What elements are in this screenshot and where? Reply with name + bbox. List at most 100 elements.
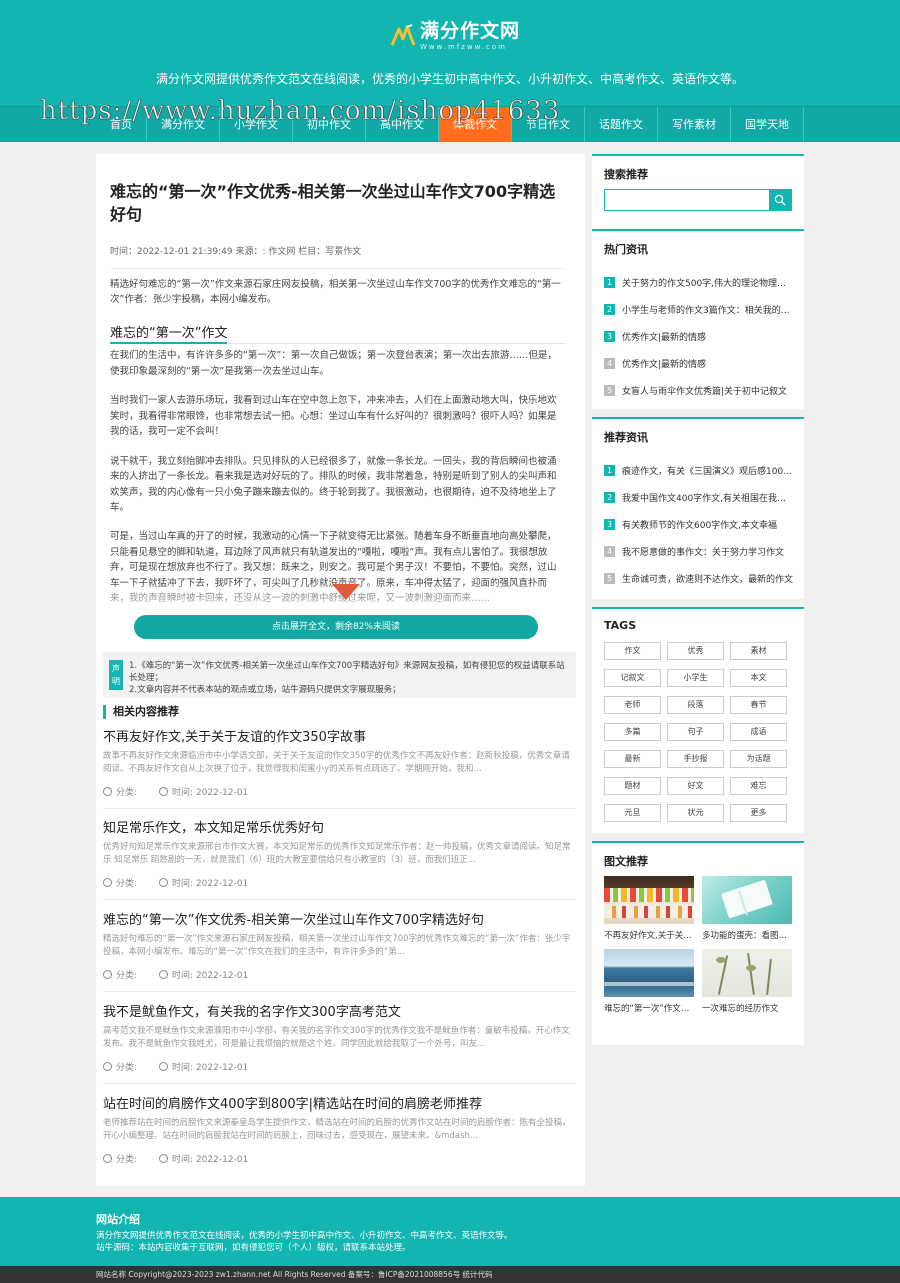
tag-link[interactable]: 最新 — [604, 750, 661, 768]
news-item-title[interactable]: 优秀作文|最新的情感 — [622, 357, 706, 370]
news-item-title[interactable]: 生命诚可贵，欲速则不达作文，最新的作文 — [622, 572, 793, 585]
related-item-title[interactable]: 站在时间的肩膀作文400字到800字|精选站在时间的肩膀老师推荐 — [103, 1096, 576, 1114]
related-item[interactable]: 我不是鱿鱼作文，有关我的名字作文300字高考范文 高考范文我不是鱿鱼作文来源濮阳市… — [103, 1004, 576, 1084]
news-item[interactable]: 4 我不愿意做的事作文：关于努力学习作文 — [604, 538, 794, 565]
nav-item[interactable]: 写作素材 — [658, 107, 731, 142]
related-item[interactable]: 难忘的“第一次”作文优秀-相关第一次坐过山车作文700字精选好句精选好句难忘的“… — [103, 912, 576, 992]
article-body: 精选好句难忘的“第一次”作文来源石家庄网友投稿，相关第一次坐过山车作文700字的… — [110, 268, 565, 516]
tag-link[interactable]: 老师 — [604, 696, 661, 714]
news-item[interactable]: 3 优秀作文|最新的情感 — [604, 323, 794, 350]
news-item-title[interactable]: 我爱中国作文400字作文,有关祖国在我心中 — [622, 491, 794, 504]
hot-news-list: 1 关于努力的作文500字,伟大的理论物理学家 2 小学生与老师的作文3篇作文：相关我… — [604, 269, 794, 404]
news-item[interactable]: 2 小学生与老师的作文3篇作文：相关我的老师 — [604, 296, 794, 323]
tag-link[interactable]: 句子 — [667, 723, 724, 741]
related-item-time: 时间: 2022-12-01 — [172, 879, 249, 889]
picture-thumbnail[interactable] — [604, 876, 694, 924]
site-logo[interactable]: 满分作文网 Www.mfzww.com — [390, 20, 520, 52]
rank-number: 4 — [604, 546, 615, 557]
related-item-time: 时间: 2022-12-01 — [172, 1155, 249, 1165]
expand-article-button[interactable]: 点击展开全文，剩余82%未阅读 — [134, 615, 538, 639]
search-button[interactable] — [769, 190, 791, 210]
tag-link[interactable]: 好文 — [667, 777, 724, 795]
recommended-panel: 推荐资讯 1 痕迹作文，有关《三国演义》观后感1000字 2 我爱中国作文400字作文… — [592, 417, 804, 599]
notice-line: 1.《难忘的“第一次”作文优秀-相关第一次坐过山车作文700字精选好句》来源网友… — [129, 661, 565, 683]
tag-link[interactable]: 段落 — [667, 696, 724, 714]
related-item-time: 时间: 2022-12-01 — [172, 788, 249, 798]
related-item-desc: 精选好句难忘的“第一次”作文来源石家庄网友投稿，相关第一次坐过山车作文700字的… — [103, 934, 571, 957]
news-item[interactable]: 1 关于努力的作文500字,伟大的理论物理学家 — [604, 269, 794, 296]
news-item[interactable]: 5 生命诚可贵，欲速则不达作文，最新的作文 — [604, 565, 794, 592]
picture-item[interactable]: 难忘的“第一次”作文优秀 — [604, 949, 694, 1014]
news-item-title[interactable]: 小学生与老师的作文3篇作文：相关我的老师 — [622, 303, 794, 316]
nav-item[interactable]: 话题作文 — [585, 107, 658, 142]
related-heading: 相关内容推荐 — [103, 705, 179, 719]
tag-link[interactable]: 元旦 — [604, 804, 661, 822]
picture-thumbnail[interactable] — [604, 949, 694, 997]
tag-link[interactable]: 难忘 — [730, 777, 787, 795]
picture-item[interactable]: 不再友好作文,关于关于友谊的作文350字故事 — [604, 876, 694, 941]
copyright-notice: 声明 1.《难忘的“第一次”作文优秀-相关第一次坐过山车作文700字精选好句》来… — [103, 652, 576, 698]
news-item-title[interactable]: 痕迹作文，有关《三国演义》观后感1000字 — [622, 464, 794, 477]
tag-link[interactable]: 题材 — [604, 777, 661, 795]
news-item-title[interactable]: 有关教师节的作文600字作文,本文幸福 — [622, 518, 777, 531]
expand-arrow-icon[interactable] — [332, 584, 360, 600]
tag-link[interactable]: 素材 — [730, 642, 787, 660]
rank-number: 2 — [604, 492, 615, 503]
news-item-title[interactable]: 优秀作文|最新的情感 — [622, 330, 706, 343]
clock-icon — [159, 878, 169, 887]
picture-grid: 不再友好作文,关于关于友谊的作文350字故事 多功能的蛋壳：看图写话作文 难忘的… — [604, 876, 792, 1014]
tag-link[interactable]: 状元 — [667, 804, 724, 822]
picture-caption[interactable]: 一次难忘的经历作文 — [702, 1002, 792, 1014]
nav-item[interactable]: 国学天地 — [731, 107, 804, 142]
picture-thumbnail[interactable] — [702, 876, 792, 924]
article-paragraph: 说干就干，我立刻抬脚冲去排队。只见排队的人已经很多了，就像一条长龙。一回头，我的… — [110, 455, 557, 514]
news-item[interactable]: 5 女盲人与雨伞作文优秀篇|关于初中记叙文 — [604, 377, 794, 404]
related-item[interactable]: 站在时间的肩膀作文400字到800字|精选站在时间的肩膀老师推荐 老师推荐站在时间… — [103, 1096, 576, 1165]
related-item-title[interactable]: 知足常乐作文，本文知足常乐优秀好句 — [103, 820, 576, 838]
tags-title: TAGS — [604, 619, 637, 632]
related-item-title[interactable]: 不再友好作文,关于关于友谊的作文350字故事 — [103, 729, 576, 747]
tag-link[interactable]: 多篇 — [604, 723, 661, 741]
site-footer: 网站介绍 满分作文网提供优秀作文范文在线阅读，优秀的小学生初中高中作文、小升初作… — [0, 1197, 900, 1266]
tags-grid: 作文 优秀 素材记叙文 小学生 本文老师 段落 春节多篇 句子 成语最新 手抄报 为话题题材 好文 难忘… — [604, 642, 790, 822]
news-item[interactable]: 2 我爱中国作文400字作文,有关祖国在我心中 — [604, 484, 794, 511]
related-item-title[interactable]: 我不是鱿鱼作文，有关我的名字作文300字高考范文 — [103, 1004, 576, 1022]
picture-caption[interactable]: 多功能的蛋壳：看图写话作文 — [702, 929, 792, 941]
footer-heading: 网站介绍 — [96, 1213, 140, 1226]
clock-icon — [159, 1154, 169, 1163]
picture-thumbnail[interactable] — [702, 949, 792, 997]
tag-link[interactable]: 优秀 — [667, 642, 724, 660]
tag-link[interactable]: 小学生 — [667, 669, 724, 687]
footer-line: 满分作文网提供优秀作文范文在线阅读，优秀的小学生初中高中作文、小升初作文、中高考… — [96, 1231, 513, 1241]
related-item[interactable]: 不再友好作文,关于关于友谊的作文350字故事 故事不再友好作文来源临汾市中小学语文… — [103, 729, 576, 809]
news-item-title[interactable]: 关于努力的作文500字,伟大的理论物理学家 — [622, 276, 794, 289]
rank-number: 1 — [604, 277, 615, 288]
article-panel: 难忘的“第一次”作文优秀-相关第一次坐过山车作文700字精选好句 时间：2022… — [96, 154, 585, 1186]
tag-link[interactable]: 作文 — [604, 642, 661, 660]
news-item[interactable]: 4 优秀作文|最新的情感 — [604, 350, 794, 377]
news-item[interactable]: 1 痕迹作文，有关《三国演义》观后感1000字 — [604, 457, 794, 484]
tag-link[interactable]: 成语 — [730, 723, 787, 741]
picture-title: 图文推荐 — [604, 855, 648, 868]
picture-item[interactable]: 多功能的蛋壳：看图写话作文 — [702, 876, 792, 941]
tag-link[interactable]: 春节 — [730, 696, 787, 714]
tag-link[interactable]: 更多 — [730, 804, 787, 822]
news-item-title[interactable]: 女盲人与雨伞作文优秀篇|关于初中记叙文 — [622, 384, 787, 397]
tag-link[interactable]: 本文 — [730, 669, 787, 687]
tag-link[interactable]: 记叙文 — [604, 669, 661, 687]
rank-number: 3 — [604, 519, 615, 530]
tags-panel: TAGS 作文 优秀 素材记叙文 小学生 本文老师 段落 春节多篇 句子 成语最新 手抄报 为话题题… — [592, 607, 804, 833]
logo-title: 满分作文网 — [420, 20, 521, 42]
picture-caption[interactable]: 难忘的“第一次”作文优秀 — [604, 1002, 694, 1014]
related-item-category: 分类: — [116, 971, 138, 981]
picture-item[interactable]: 一次难忘的经历作文 — [702, 949, 792, 1014]
tag-link[interactable]: 为话题 — [730, 750, 787, 768]
category-icon — [103, 878, 112, 887]
related-item[interactable]: 知足常乐作文，本文知足常乐优秀好句 优秀好句知足常乐作文来源邢台市作文大赛，本文知… — [103, 820, 576, 900]
tag-link[interactable]: 手抄报 — [667, 750, 724, 768]
related-item-title[interactable]: 难忘的“第一次”作文优秀-相关第一次坐过山车作文700字精选好句 — [103, 912, 576, 930]
news-item[interactable]: 3 有关教师节的作文600字作文,本文幸福 — [604, 511, 794, 538]
picture-caption[interactable]: 不再友好作文,关于关于友谊的作文350字故事 — [604, 929, 694, 941]
search-input[interactable] — [604, 189, 792, 211]
news-item-title[interactable]: 我不愿意做的事作文：关于努力学习作文 — [622, 545, 784, 558]
